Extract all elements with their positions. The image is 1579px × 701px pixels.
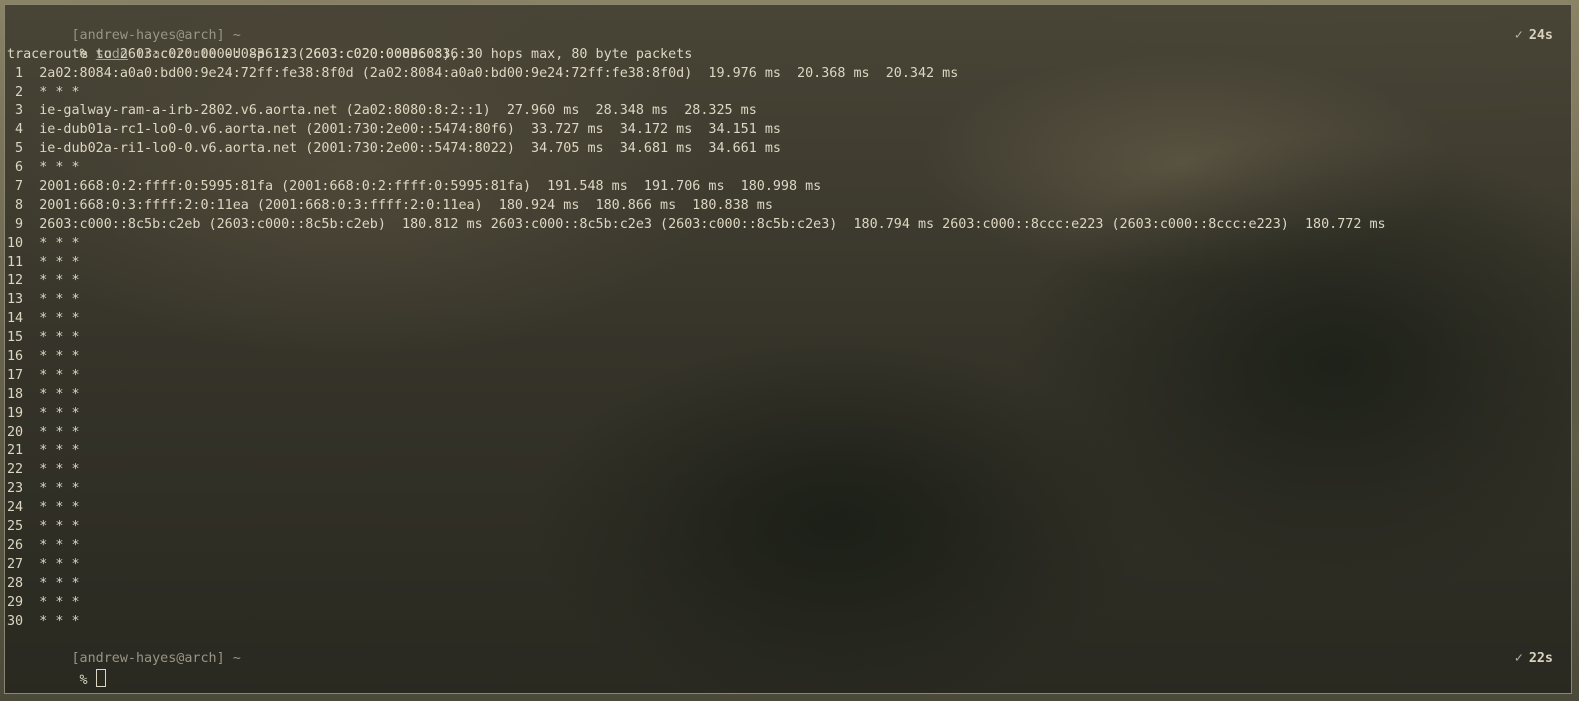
output-line: traceroute to 2603:c020:0000:0836:: (260…: [7, 46, 693, 62]
terminal-window[interactable]: [andrew-hayes@arch] ~ % sudo traceroute …: [4, 4, 1572, 694]
output-line: 6 * * *: [7, 160, 80, 176]
output-line: 23 * * *: [7, 481, 80, 497]
text-cursor[interactable]: [95, 669, 106, 688]
output-line: 16 * * *: [7, 349, 80, 365]
output-line: 12 * * *: [7, 273, 80, 289]
output-line: 29 * * *: [7, 594, 80, 610]
desktop-wallpaper: [andrew-hayes@arch] ~ % sudo traceroute …: [0, 0, 1579, 701]
output-line: 18 * * *: [7, 386, 80, 402]
output-line: 28 * * *: [7, 575, 80, 591]
output-line: 15 * * *: [7, 330, 80, 346]
output-line: 2 * * *: [7, 84, 80, 100]
prompt-symbol: %: [71, 673, 96, 689]
output-line: 25 * * *: [7, 519, 80, 535]
traceroute-output: traceroute to 2603:c020:0000:0836:: (260…: [7, 46, 1571, 632]
output-line: 22 * * *: [7, 462, 80, 478]
output-line: 27 * * *: [7, 556, 80, 572]
output-line: 5 ie-dub02a-ri1-lo0-0.v6.aorta.net (2001…: [7, 141, 781, 157]
check-icon: ✓: [1514, 27, 1523, 43]
output-line: 19 * * *: [7, 405, 80, 421]
output-line: 24 * * *: [7, 500, 80, 516]
command-line: % sudo traceroute -U -p 123 2603:c020:00…: [7, 27, 1571, 62]
output-line: 30 * * *: [7, 613, 80, 629]
check-icon: ✓: [1514, 651, 1523, 667]
command-status: ✓ 22s: [1515, 650, 1553, 669]
prompt-header-line: [andrew-hayes@arch] ~: [7, 8, 1571, 43]
prompt-header-line: [andrew-hayes@arch] ~: [7, 631, 1571, 666]
output-line: 14 * * *: [7, 311, 80, 327]
output-line: 13 * * *: [7, 292, 80, 308]
command-status: ✓ 24s: [1515, 27, 1553, 46]
output-line: 26 * * *: [7, 537, 80, 553]
output-line: 3 ie-galway-ram-a-irb-2802.v6.aorta.net …: [7, 103, 757, 119]
output-line: 17 * * *: [7, 367, 80, 383]
output-line: 10 * * *: [7, 235, 80, 251]
command-duration: 22s: [1528, 651, 1553, 667]
output-line: 8 2001:668:0:3:ffff:2:0:11ea (2001:668:0…: [7, 197, 773, 213]
terminal-output: [andrew-hayes@arch] ~ % sudo traceroute …: [7, 8, 1571, 688]
output-line: 1 2a02:8084:a0a0:bd00:9e24:72ff:fe38:8f0…: [7, 65, 959, 81]
output-line: 11 * * *: [7, 254, 80, 270]
output-line: 21 * * *: [7, 443, 80, 459]
active-command-line[interactable]: % ✓ 22s: [7, 650, 1571, 688]
output-line: 20 * * *: [7, 424, 80, 440]
output-line: 9 2603:c000::8c5b:c2eb (2603:c000::8c5b:…: [7, 216, 1386, 232]
output-line: 4 ie-dub01a-rc1-lo0-0.v6.aorta.net (2001…: [7, 122, 781, 138]
output-line: 7 2001:668:0:2:ffff:0:5995:81fa (2001:66…: [7, 179, 822, 195]
command-duration: 24s: [1528, 27, 1553, 43]
